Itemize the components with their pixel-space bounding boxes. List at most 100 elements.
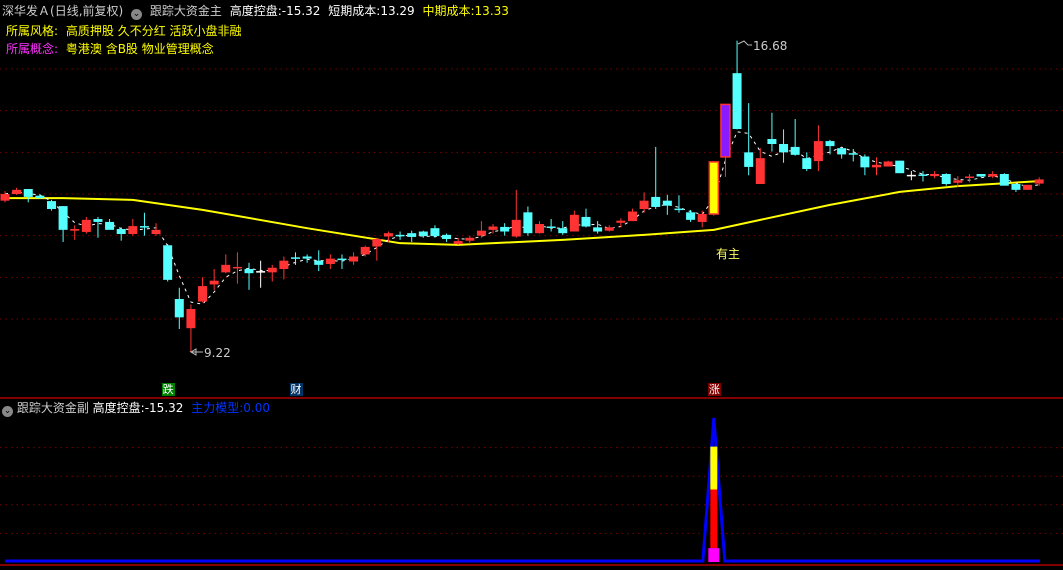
candle-body	[81, 219, 91, 232]
candle-body	[999, 174, 1009, 186]
candle	[302, 254, 312, 263]
high-label: 16.68	[753, 39, 787, 53]
candle-body	[802, 158, 812, 170]
candle	[465, 235, 475, 245]
candle	[151, 223, 161, 236]
candle	[46, 199, 56, 211]
candle	[279, 256, 289, 280]
candle	[523, 206, 533, 236]
candle-body	[314, 260, 324, 265]
candle-body	[860, 156, 870, 168]
price-grid	[0, 68, 1063, 320]
candle-body	[616, 220, 626, 223]
candle	[767, 112, 777, 152]
candle	[105, 219, 115, 230]
candle-body	[453, 241, 463, 245]
candle-body	[325, 258, 335, 265]
sub-indicator-dropdown-icon[interactable]: ⌄	[2, 406, 13, 417]
candle	[802, 152, 812, 172]
candle-body	[302, 256, 312, 259]
sub-indicator-name[interactable]: 跟踪大资金副	[17, 401, 89, 415]
low-label: 9.22	[204, 346, 231, 360]
stock-name[interactable]: 深华发Ａ	[2, 4, 50, 18]
candle-body	[23, 189, 33, 197]
candle	[988, 171, 998, 179]
marker-finance[interactable]: 财	[289, 383, 303, 396]
candle	[360, 245, 370, 257]
sub-magenta-bar	[708, 548, 720, 562]
candle-body	[662, 200, 672, 206]
candle	[221, 254, 231, 274]
candle-body	[383, 233, 393, 237]
candle-body	[848, 153, 858, 155]
short-cost-line	[4, 131, 1040, 305]
candle-body	[500, 226, 510, 232]
candle	[244, 262, 254, 290]
candle	[535, 221, 545, 234]
concept-row: 所属概念: 粤港澳 含B股 物业管理概念	[6, 42, 214, 56]
candle	[174, 287, 184, 330]
marker-rise[interactable]: 涨	[707, 383, 721, 396]
candle	[372, 237, 382, 261]
candle	[1034, 177, 1044, 186]
candle-body	[349, 256, 359, 262]
candle	[686, 209, 696, 222]
candle-body	[825, 141, 835, 147]
candle-body	[790, 146, 800, 155]
candle-body	[720, 103, 731, 158]
candle-body	[128, 226, 138, 235]
marker-drop[interactable]: 跌	[161, 383, 175, 396]
candle	[1011, 184, 1021, 192]
indicator-name[interactable]: 跟踪大资金主	[150, 4, 222, 18]
candle	[139, 212, 149, 236]
candle-body	[546, 226, 556, 229]
sub-red-bar	[710, 489, 718, 549]
candle	[93, 216, 103, 238]
candle	[627, 208, 637, 222]
model-value: 0.00	[243, 401, 270, 415]
candle-body	[988, 174, 998, 177]
style-label: 所属风格:	[6, 24, 59, 38]
candle-body	[163, 245, 173, 280]
sub-blue-line	[5, 417, 1040, 563]
candle	[848, 149, 858, 162]
candle-body	[708, 161, 720, 215]
sub-header: ⌄ 跟踪大资金副 高度控盘:-15.32 主力模型:0.00	[2, 401, 270, 417]
candle	[0, 191, 10, 203]
style-row: 所属风格: 高质押股 久不分红 活跃小盘非融	[6, 24, 242, 38]
kline-chart[interactable]: 16.68 9.22 有主	[0, 0, 1063, 570]
candle	[488, 224, 498, 234]
candle	[337, 254, 347, 270]
candle	[581, 208, 591, 228]
control-value: -15.32	[281, 4, 321, 18]
candle-body	[12, 189, 22, 195]
candle	[616, 218, 626, 228]
candle-body	[291, 257, 300, 259]
low-arrow	[189, 348, 203, 356]
candle	[314, 250, 324, 272]
indicator-dropdown-icon[interactable]: ⌄	[131, 9, 143, 20]
candle-body	[686, 212, 696, 220]
candle-body	[279, 260, 289, 270]
candle-body	[732, 73, 742, 130]
candle	[476, 221, 486, 238]
signal-label: 有主	[716, 247, 740, 261]
candle	[790, 119, 800, 156]
candle-body	[523, 212, 533, 234]
candle-body	[906, 174, 916, 177]
extreme-annotations: 16.68 9.22 有主	[189, 39, 787, 360]
candle-body	[813, 141, 823, 162]
candle	[837, 148, 847, 159]
candle	[395, 231, 405, 240]
candle	[639, 192, 649, 213]
control-label: 高度控盘:	[229, 4, 282, 18]
candle-body	[337, 258, 347, 261]
candle	[70, 225, 80, 240]
candle-body	[46, 201, 56, 210]
candle	[58, 206, 68, 242]
candle-body	[232, 266, 242, 269]
candle	[708, 161, 720, 216]
candle	[23, 189, 33, 203]
candle-body	[569, 214, 579, 232]
candle	[604, 225, 614, 232]
